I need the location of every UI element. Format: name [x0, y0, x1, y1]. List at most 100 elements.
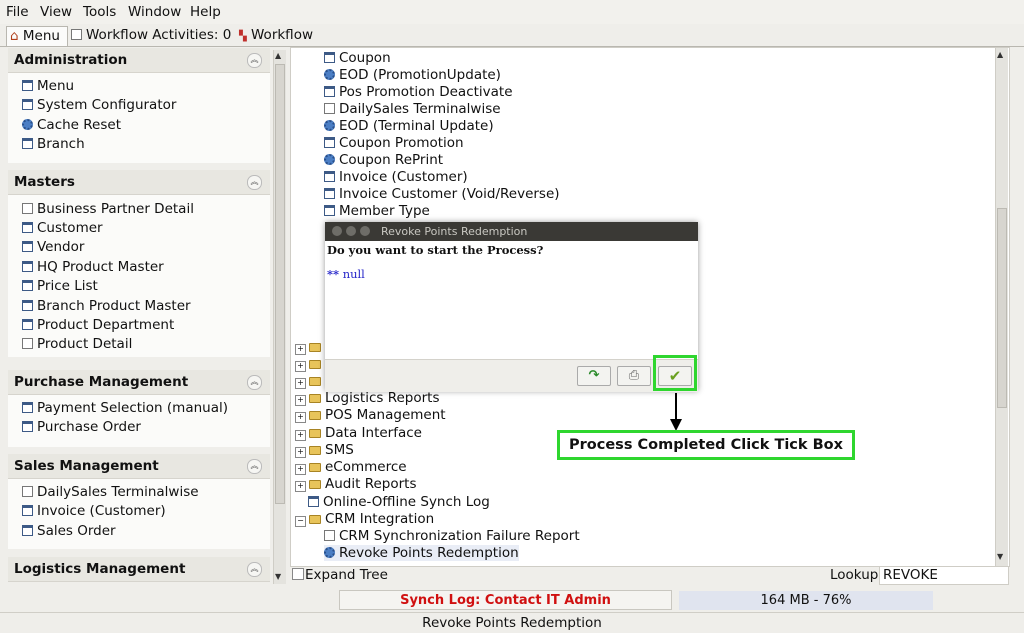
folder-icon	[309, 394, 321, 403]
expand-icon[interactable]: +	[295, 378, 306, 389]
menu-view[interactable]: View	[40, 4, 72, 20]
menu-item-dailysales-terminalwise[interactable]: DailySales Terminalwise	[22, 484, 199, 500]
menu-item-invoice-customer[interactable]: Invoice (Customer)	[22, 503, 166, 519]
menu-item-branch[interactable]: Branch	[22, 136, 85, 152]
menu-item-purchase-order[interactable]: Purchase Order	[22, 419, 141, 435]
tab-workflow[interactable]: ▚ Workflow	[236, 26, 324, 46]
left-panel-scrollbar[interactable]: ▲ ▼	[273, 50, 286, 584]
collapse-icon[interactable]: ︽	[247, 562, 262, 577]
tree-item[interactable]: DailySales Terminalwise	[324, 101, 501, 117]
ok-button[interactable]: ✔	[658, 366, 692, 386]
menu-item-price-list[interactable]: Price List	[22, 278, 98, 294]
expand-tree-label[interactable]: Expand Tree	[305, 567, 388, 583]
menu-item-hq-product-master[interactable]: HQ Product Master	[22, 259, 164, 275]
tree-folder-data-interface[interactable]: + Data Interface	[295, 425, 422, 441]
menu-item-cache-reset[interactable]: Cache Reset	[22, 117, 121, 133]
menu-item-vendor[interactable]: Vendor	[22, 239, 84, 255]
tree-folder-audit-reports[interactable]: + Audit Reports	[295, 476, 416, 492]
expand-icon[interactable]: +	[295, 344, 306, 355]
menu-item-menu[interactable]: Menu	[22, 78, 74, 94]
folder-icon	[309, 411, 321, 420]
scroll-up-icon[interactable]: ▲	[275, 51, 281, 60]
group-header-sales-management[interactable]: Sales Management ︽	[8, 454, 270, 479]
tree-item-revoke-points-redemption[interactable]: Revoke Points Redemption	[324, 545, 519, 561]
tree-folder-sms[interactable]: + SMS	[295, 442, 354, 458]
scrollbar-thumb[interactable]	[997, 208, 1007, 408]
tree-scrollbar[interactable]: ▲ ▼	[995, 48, 1008, 566]
scroll-up-icon[interactable]: ▲	[997, 50, 1003, 59]
collapse-icon[interactable]: ︽	[247, 53, 262, 68]
home-icon: ⌂	[10, 28, 19, 44]
group-title: Masters	[14, 174, 75, 190]
tree-item-synch-log[interactable]: Online-Offline Synch Log	[308, 494, 490, 510]
tree-item[interactable]: EOD (Terminal Update)	[324, 118, 494, 134]
expand-icon[interactable]: +	[295, 430, 306, 441]
expand-icon[interactable]: +	[295, 395, 306, 406]
expand-tree-checkbox[interactable]	[292, 567, 305, 580]
scroll-down-icon[interactable]: ▼	[275, 572, 281, 581]
collapse-tree-icon[interactable]: −	[295, 516, 306, 527]
tree-item[interactable]: Member Type	[324, 203, 430, 219]
menu-item-system-configurator[interactable]: System Configurator	[22, 97, 176, 113]
dialog-question: Do you want to start the Process?	[327, 243, 544, 257]
tree-folder-crm-integration[interactable]: − CRM Integration	[295, 511, 434, 527]
tree-item[interactable]: Coupon RePrint	[324, 152, 443, 168]
tree-item[interactable]: Invoice (Customer)	[324, 169, 468, 185]
refresh-button[interactable]: ↷	[577, 366, 611, 386]
workflow-icon: ▚	[239, 31, 247, 42]
tree-folder[interactable]: +	[295, 356, 325, 372]
expand-icon[interactable]: +	[295, 481, 306, 492]
tree-folder-pos-management[interactable]: + POS Management	[295, 407, 446, 423]
annotation-arrow	[670, 393, 682, 431]
menu-file[interactable]: File	[6, 4, 29, 20]
collapse-icon[interactable]: ︽	[247, 459, 262, 474]
tree-item[interactable]: Coupon Promotion	[324, 135, 464, 151]
menu-help[interactable]: Help	[190, 4, 221, 20]
minimize-window-icon[interactable]	[346, 226, 356, 236]
workflow-activities-icon	[71, 29, 82, 40]
scrollbar-thumb[interactable]	[275, 64, 285, 504]
process-gear-icon	[324, 69, 335, 80]
tree-folder[interactable]: +	[295, 373, 325, 389]
memory-usage[interactable]: 164 MB - 76%	[679, 591, 933, 610]
tab-menu-label: Menu	[22, 28, 60, 44]
tree-item[interactable]: Invoice Customer (Void/Reverse)	[324, 186, 560, 202]
tree-item[interactable]: Pos Promotion Deactivate	[324, 84, 513, 100]
tab-workflow-activities[interactable]: Workflow Activities: 0	[68, 26, 236, 46]
expand-icon[interactable]: +	[295, 447, 306, 458]
collapse-icon[interactable]: ︽	[247, 175, 262, 190]
collapse-icon[interactable]: ︽	[247, 375, 262, 390]
window-icon	[22, 99, 33, 110]
group-header-masters[interactable]: Masters ︽	[8, 170, 270, 195]
report-icon	[22, 338, 33, 349]
tree-folder-ecommerce[interactable]: + eCommerce	[295, 459, 407, 475]
group-header-administration[interactable]: Administration ︽	[8, 48, 270, 73]
maximize-window-icon[interactable]	[360, 226, 370, 236]
expand-icon[interactable]: +	[295, 412, 306, 423]
menu-item-product-department[interactable]: Product Department	[22, 317, 174, 333]
menu-tools[interactable]: Tools	[83, 4, 116, 20]
expand-icon[interactable]: +	[295, 361, 306, 372]
menu-item-business-partner-detail[interactable]: Business Partner Detail	[22, 201, 194, 217]
tree-item[interactable]: EOD (PromotionUpdate)	[324, 67, 501, 83]
menu-item-product-detail[interactable]: Product Detail	[22, 336, 132, 352]
menu-item-payment-selection[interactable]: Payment Selection (manual)	[22, 400, 228, 416]
synch-log-status[interactable]: Synch Log: Contact IT Admin	[339, 590, 672, 610]
tree-item-crm-sync-failure[interactable]: CRM Synchronization Failure Report	[324, 528, 580, 544]
menu-window[interactable]: Window	[128, 4, 181, 20]
menu-item-branch-product-master[interactable]: Branch Product Master	[22, 298, 191, 314]
menu-item-customer[interactable]: Customer	[22, 220, 103, 236]
menu-item-sales-order[interactable]: Sales Order	[22, 523, 116, 539]
print-button[interactable]: ⎙	[617, 366, 651, 386]
tree-folder-logistics-reports[interactable]: + Logistics Reports	[295, 390, 439, 406]
tree-item[interactable]: Coupon	[324, 50, 391, 66]
tree-folder[interactable]: +	[295, 339, 325, 355]
group-header-logistics-management[interactable]: Logistics Management ︽	[8, 557, 270, 582]
expand-icon[interactable]: +	[295, 464, 306, 475]
lookup-input[interactable]: REVOKE	[879, 566, 1009, 585]
close-window-icon[interactable]	[332, 226, 342, 236]
scroll-down-icon[interactable]: ▼	[997, 552, 1003, 561]
folder-icon	[309, 446, 321, 455]
tab-menu[interactable]: ⌂ Menu	[6, 26, 68, 46]
group-header-purchase-management[interactable]: Purchase Management ︽	[8, 370, 270, 395]
